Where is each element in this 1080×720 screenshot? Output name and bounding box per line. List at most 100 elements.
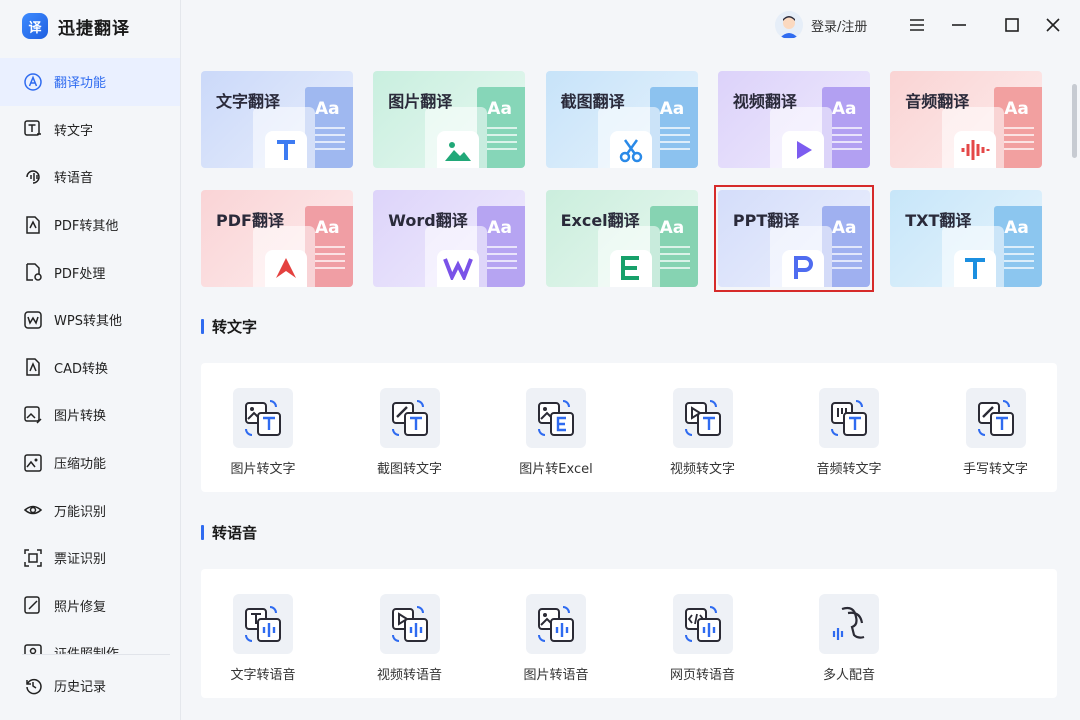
eye-icon: [22, 499, 44, 521]
text-t-icon: [22, 118, 44, 140]
translate-card-label: Word翻译: [388, 210, 468, 230]
scrollbar[interactable]: [1072, 84, 1077, 158]
translate-card-8[interactable]: PPT翻译 Aa: [717, 189, 870, 287]
section-title-label: 转语音: [212, 524, 258, 542]
ppt-icon: [781, 249, 824, 287]
tool-label: 文字转语音: [230, 668, 296, 683]
translate-card-label: 音频翻译: [905, 92, 970, 111]
tool-handwriting-to-text[interactable]: 手写转文字: [936, 388, 1056, 477]
sidebar-item-label: 票证识别: [54, 552, 107, 568]
translate-card-4[interactable]: 音频翻译 Aa: [890, 71, 1043, 168]
tool-video-to-text[interactable]: 视频转文字: [643, 388, 763, 477]
sidebar-item-12[interactable]: 证件照制作: [0, 629, 180, 654]
translate-card-3[interactable]: 视频翻译 Aa: [717, 71, 870, 168]
tool-label: 音频转文字: [816, 462, 882, 477]
translate-card-2[interactable]: 截图翻译 Aa: [545, 71, 698, 168]
main-content: 登录/注册 文字翻译 Aa 图片翻译 Aa 截图翻译 Aa 视频翻译 Aa 音频翻译 Aa PDF翻…: [181, 0, 1080, 720]
translate-card-7[interactable]: Excel翻译 Aa: [545, 189, 698, 287]
tool-label: 图片转语音: [523, 668, 589, 683]
sidebar-divider: [22, 654, 170, 655]
compress-icon: [22, 452, 44, 474]
section-title-to-text: 转文字: [201, 316, 257, 337]
translate-card-label: Excel翻译: [560, 210, 640, 230]
minimize-icon: [952, 24, 966, 26]
wps-w-icon: [437, 249, 480, 287]
image-to-speech-icon: [526, 594, 586, 654]
sidebar-item-label: 转语音: [54, 171, 94, 187]
sidebar-item-6[interactable]: CAD转换: [0, 344, 180, 392]
sidebar-item-10[interactable]: 票证识别: [0, 534, 180, 582]
sidebar-item-11[interactable]: 照片修复: [0, 582, 180, 630]
sidebar-item-7[interactable]: 图片转换: [0, 391, 180, 439]
tool-label: 多人配音: [822, 668, 875, 683]
sidebar-item-label: 转文字: [54, 123, 94, 139]
image-to-text-icon: [233, 388, 293, 448]
to-speech-panel: 文字转语音 视频转语音 图片转语音 网页转语音 多人配音: [201, 569, 1057, 698]
sidebar-item-label: 翻译功能: [54, 76, 107, 92]
translate-card-label: TXT翻译: [905, 210, 972, 230]
translate-card-label: 图片翻译: [388, 92, 453, 111]
tool-image-to-text[interactable]: 图片转文字: [203, 388, 323, 477]
sidebar-item-2[interactable]: 转语音: [0, 153, 180, 201]
tool-image-to-excel[interactable]: 图片转Excel: [496, 388, 616, 477]
text-t-icon: [265, 131, 307, 168]
sidebar-item-label: PDF处理: [54, 266, 106, 282]
app-title: 迅捷翻译: [58, 18, 130, 39]
minimize-button[interactable]: [948, 14, 970, 36]
translate-card-label: PPT翻译: [732, 210, 800, 230]
translate-card-1[interactable]: 图片翻译 Aa: [373, 71, 526, 168]
sidebar-item-label: 历史记录: [54, 680, 107, 696]
close-icon: [1046, 18, 1060, 32]
history-icon: [22, 675, 44, 697]
sidebar-item-0[interactable]: 翻译功能: [0, 58, 180, 106]
sidebar-item-label: 压缩功能: [54, 457, 107, 473]
hamburger-icon: [910, 19, 924, 31]
tool-audio-to-text[interactable]: 音频转文字: [789, 388, 909, 477]
translate-a-icon: [22, 71, 44, 93]
tool-label: 视频转文字: [669, 462, 735, 477]
tool-label: 图片转文字: [230, 462, 296, 477]
section-title-label: 转文字: [212, 318, 258, 336]
translate-card-9[interactable]: TXT翻译 Aa: [890, 189, 1043, 287]
close-button[interactable]: [1042, 14, 1064, 36]
scissors-icon: [609, 131, 652, 168]
sidebar-nav: 翻译功能转文字转语音 PDF转其他 PDF处理 WPS转其他 CAD转换图片转换压缩功能…: [0, 58, 180, 654]
wps-icon: [22, 309, 44, 331]
tool-label: 截图转文字: [376, 462, 442, 477]
tool-video-to-speech[interactable]: 视频转语音: [350, 594, 470, 683]
maximize-button[interactable]: [1001, 14, 1023, 36]
tool-multi-voice[interactable]: 多人配音: [789, 594, 909, 683]
id-photo-icon: [22, 642, 44, 654]
pdf-convert-icon: [22, 214, 44, 236]
sidebar-item-history[interactable]: 历史记录: [0, 662, 180, 710]
sidebar-item-label: 图片转换: [54, 409, 107, 425]
tool-web-to-speech[interactable]: 网页转语音: [643, 594, 763, 683]
menu-button[interactable]: [906, 14, 928, 36]
translate-card-6[interactable]: Word翻译 Aa: [373, 189, 526, 287]
multi-voice-icon: [819, 594, 879, 654]
image-convert-icon: [22, 404, 44, 426]
maximize-icon: [1005, 18, 1019, 32]
app-logo: 译 迅捷翻译: [22, 10, 130, 42]
sidebar-item-1[interactable]: 转文字: [0, 106, 180, 154]
sidebar-item-4[interactable]: PDF处理: [0, 248, 180, 296]
translate-card-label: 视频翻译: [732, 92, 797, 111]
handwriting-to-text-icon: [965, 388, 1026, 448]
sidebar-item-8[interactable]: 压缩功能: [0, 439, 180, 487]
tool-text-to-speech[interactable]: 文字转语音: [203, 594, 323, 683]
audio-wave-icon: [954, 131, 997, 168]
tool-image-to-speech[interactable]: 图片转语音: [496, 594, 616, 683]
sidebar-item-3[interactable]: PDF转其他: [0, 201, 180, 249]
sidebar-item-5[interactable]: WPS转其他: [0, 296, 180, 344]
text-to-speech-icon: [233, 594, 293, 654]
screenshot-to-text-icon: [379, 388, 440, 448]
tool-label: 视频转语音: [376, 668, 442, 683]
tool-screenshot-to-text[interactable]: 截图转文字: [350, 388, 470, 477]
image-icon: [437, 131, 480, 168]
sidebar-item-9[interactable]: 万能识别: [0, 486, 180, 534]
translate-card-0[interactable]: 文字翻译 Aa: [201, 71, 353, 168]
login-register-button[interactable]: 登录/注册: [775, 11, 867, 39]
pdf-icon: [265, 249, 307, 287]
txt-t-icon: [954, 249, 997, 287]
translate-card-5[interactable]: PDF翻译 Aa: [201, 189, 353, 287]
